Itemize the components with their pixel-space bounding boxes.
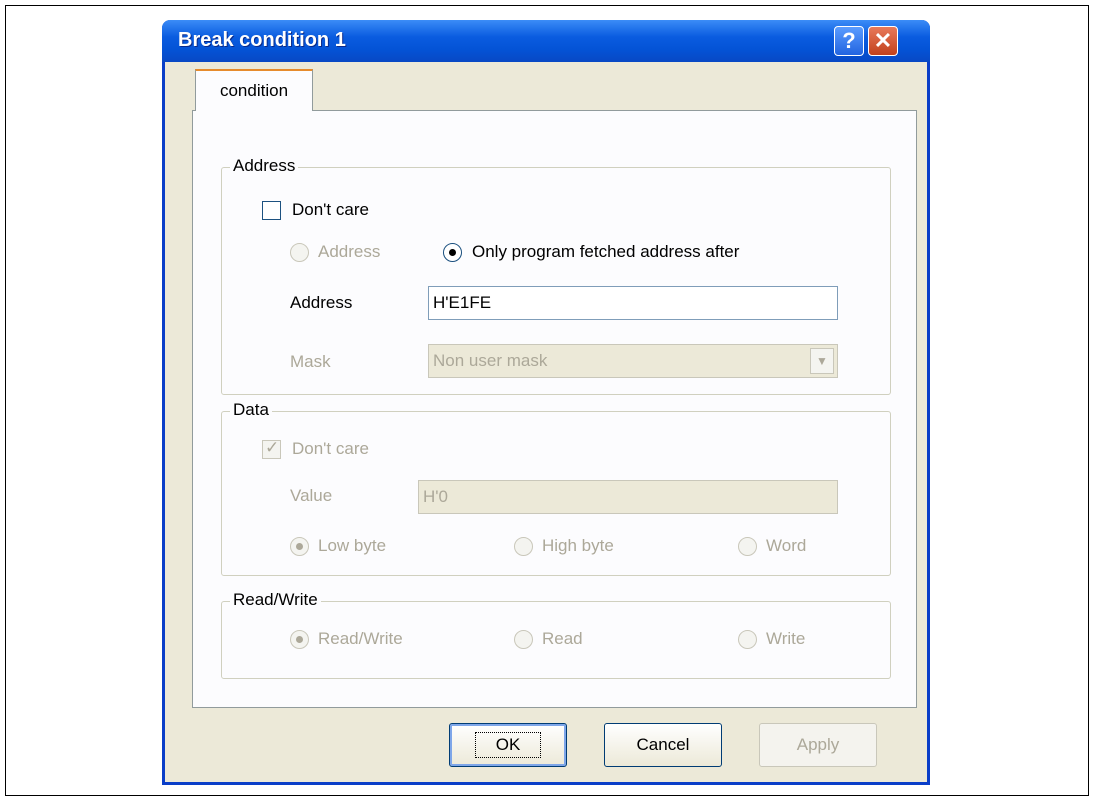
close-icon: ✕ xyxy=(873,28,893,53)
address-group-label: Address xyxy=(230,156,299,176)
tab-condition[interactable]: condition xyxy=(195,69,313,111)
mask-select[interactable]: Non user mask ▼ xyxy=(428,344,838,378)
low-byte-label: Low byte xyxy=(318,536,387,555)
value-label: Value xyxy=(290,486,333,505)
radio-dot xyxy=(296,636,303,643)
help-icon: ? xyxy=(842,28,856,53)
write-label: Write xyxy=(766,629,806,648)
data-dont-care-checkbox[interactable]: ✓ xyxy=(262,438,281,459)
mask-label: Mask xyxy=(290,352,331,371)
only-program-fetched-radio[interactable] xyxy=(443,243,462,262)
break-condition-dialog: Break condition 1 ? ✕ condition Address … xyxy=(162,20,930,785)
condition-panel: Address Don't care Address Only program … xyxy=(192,110,917,708)
data-group-label: Data xyxy=(230,400,272,420)
address-field-label: Address xyxy=(290,293,353,312)
read-label: Read xyxy=(542,629,583,648)
readwrite-group-label: Read/Write xyxy=(230,590,321,610)
radio-dot xyxy=(449,249,456,256)
ok-button-label: OK xyxy=(474,732,542,758)
radio-dot xyxy=(296,543,303,550)
read-write-radio[interactable] xyxy=(290,630,309,649)
close-button[interactable]: ✕ xyxy=(868,26,898,56)
mask-select-value: Non user mask xyxy=(433,351,548,370)
high-byte-label: High byte xyxy=(542,536,614,555)
address-radio-label: Address xyxy=(318,242,381,261)
chevron-down-icon[interactable]: ▼ xyxy=(810,348,834,374)
address-group: Address Don't care Address Only program … xyxy=(221,156,891,395)
tab-condition-label: condition xyxy=(219,81,289,100)
high-byte-radio[interactable] xyxy=(514,537,533,556)
checkmark-icon: ✓ xyxy=(265,438,280,457)
only-program-fetched-label: Only program fetched address after xyxy=(472,242,740,261)
data-dont-care-label: Don't care xyxy=(292,439,369,458)
data-group: Data ✓ Don't care Value H'0 Low byte Hig… xyxy=(221,400,891,576)
help-button[interactable]: ? xyxy=(834,26,864,56)
address-dont-care-label: Don't care xyxy=(292,200,369,219)
window-title: Break condition 1 xyxy=(178,29,346,51)
address-radio[interactable] xyxy=(290,243,309,262)
readwrite-group: Read/Write Read/Write Read Write xyxy=(221,590,891,679)
address-dont-care-checkbox[interactable] xyxy=(262,201,281,220)
write-radio[interactable] xyxy=(738,630,757,649)
title-bar[interactable]: Break condition 1 ? ✕ xyxy=(162,20,930,62)
read-write-label: Read/Write xyxy=(318,629,403,648)
word-radio[interactable] xyxy=(738,537,757,556)
cancel-button-label: Cancel xyxy=(636,735,690,754)
apply-button-label: Apply xyxy=(796,735,840,754)
ok-button[interactable]: OK xyxy=(449,723,567,767)
cancel-button[interactable]: Cancel xyxy=(604,723,722,767)
apply-button[interactable]: Apply xyxy=(759,723,877,767)
low-byte-radio[interactable] xyxy=(290,537,309,556)
value-input[interactable]: H'0 xyxy=(418,480,838,514)
read-radio[interactable] xyxy=(514,630,533,649)
word-label: Word xyxy=(766,536,807,555)
address-input[interactable]: H'E1FE xyxy=(428,286,838,320)
